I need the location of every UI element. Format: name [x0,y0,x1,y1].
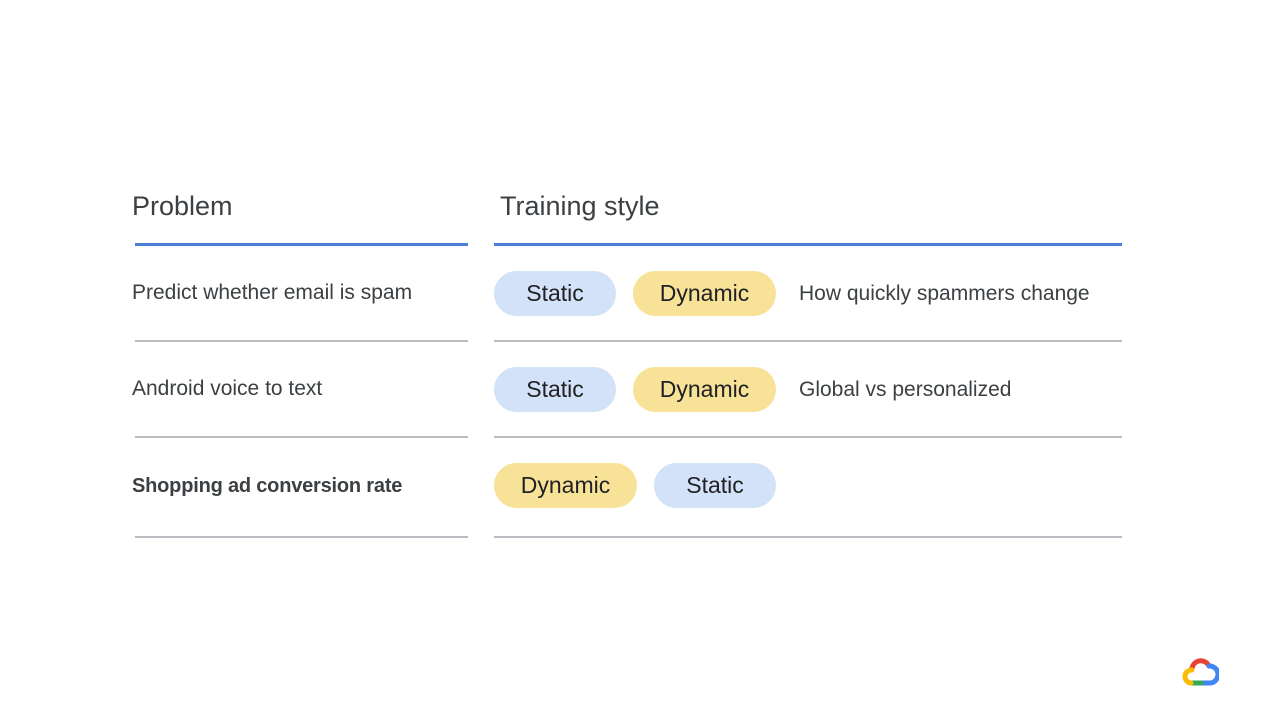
problem-row-1: Predict whether email is spam [132,281,413,304]
row-1-divider-right [494,340,1122,342]
dynamic-chip: Dynamic [633,271,776,316]
row-2-divider-right [494,436,1122,438]
training-style-column-header: Training style [500,191,660,221]
slide: Problem Training style Predict whether e… [0,0,1280,720]
dynamic-chip: Dynamic [494,463,637,508]
row-2-divider-left [135,436,468,438]
note-row-1: How quickly spammers change [799,282,1090,305]
note-row-2: Global vs personalized [799,378,1012,401]
dynamic-chip: Dynamic [633,367,776,412]
chips-row-2: Static Dynamic [494,367,776,412]
row-3-divider-left [135,536,468,538]
problem-column-header: Problem [132,191,233,221]
header-divider-right [494,243,1122,246]
row-3-divider-right [494,536,1122,538]
problem-row-2: Android voice to text [132,377,323,400]
static-chip: Static [494,271,616,316]
google-cloud-logo-icon [1181,656,1221,686]
problem-row-3: Shopping ad conversion rate [132,475,403,497]
header-divider-left [135,243,468,246]
chips-row-3: Dynamic Static [494,463,776,508]
static-chip: Static [654,463,776,508]
row-1-divider-left [135,340,468,342]
static-chip: Static [494,367,616,412]
chips-row-1: Static Dynamic [494,271,776,316]
